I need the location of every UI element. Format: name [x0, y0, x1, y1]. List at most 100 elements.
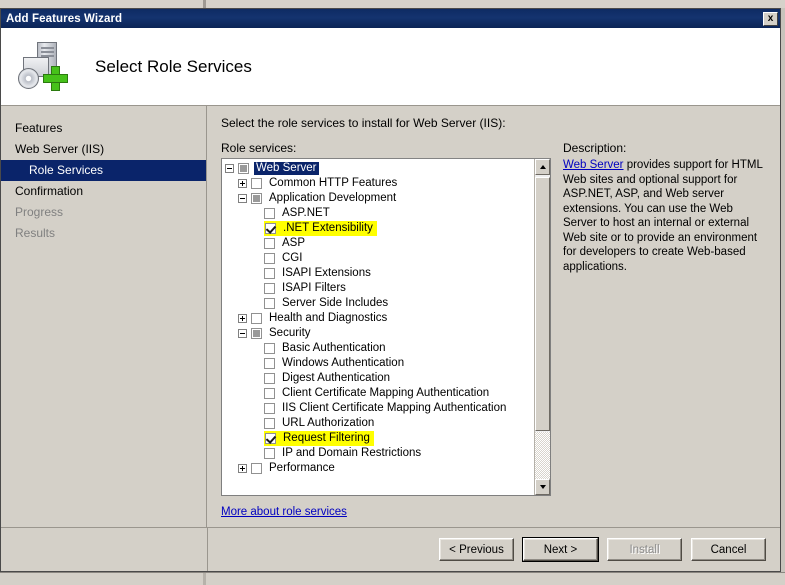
tree-item-web-server[interactable]: Web Server	[225, 161, 535, 176]
more-about-role-services-link[interactable]: More about role services	[221, 506, 347, 518]
next-button[interactable]: Next >	[522, 537, 599, 562]
checkbox-common-http-features[interactable]	[251, 178, 262, 189]
wizard-steps-sidebar: Features Web Server (IIS) Role Services …	[1, 106, 207, 528]
tree-item-net-extensibility[interactable]: .NET Extensibility	[225, 221, 535, 236]
scrollbar-track[interactable]	[535, 432, 550, 479]
tree-item-label: IIS Client Certificate Mapping Authentic…	[282, 402, 507, 414]
checkbox-web-server[interactable]	[238, 163, 249, 174]
add-features-wizard-window: Add Features Wizard x Select Role Servic…	[0, 8, 781, 572]
description-text: Web Server provides support for HTML Web…	[563, 158, 768, 274]
tree-item-request-filtering[interactable]: Request Filtering	[225, 431, 535, 446]
collapse-icon[interactable]	[225, 164, 234, 173]
sidebar-item-role-services[interactable]: Role Services	[1, 160, 206, 181]
expand-icon[interactable]	[238, 314, 247, 323]
tree-item-application-development[interactable]: Application Development	[225, 191, 535, 206]
tree-item-digest-authentication[interactable]: Digest Authentication	[225, 371, 535, 386]
tree-item-security[interactable]: Security	[225, 326, 535, 341]
checkbox-iis-client-certificate-mapping-authentication[interactable]	[264, 403, 275, 414]
tree-item-performance[interactable]: Performance	[225, 461, 535, 476]
tree-item-url-authorization[interactable]: URL Authorization	[225, 416, 535, 431]
checkbox-net-extensibility[interactable]	[265, 223, 276, 234]
tree-item-label: Security	[269, 327, 311, 339]
desktop-backdrop-top	[0, 0, 785, 8]
web-server-link[interactable]: Web Server	[563, 159, 624, 171]
checkbox-digest-authentication[interactable]	[264, 373, 275, 384]
tree-item-label: Client Certificate Mapping Authenticatio…	[282, 387, 490, 399]
scroll-down-icon[interactable]	[535, 479, 550, 495]
sidebar-item-results: Results	[15, 226, 56, 240]
highlight-marker: .NET Extensibility	[264, 221, 377, 236]
close-icon[interactable]: x	[763, 11, 778, 26]
tree-item-label: IP and Domain Restrictions	[282, 447, 422, 459]
tree-item-label: Web Server	[254, 162, 319, 175]
checkbox-isapi-filters[interactable]	[264, 283, 275, 294]
tree-item-label: Digest Authentication	[282, 372, 391, 384]
tree-item-cgi[interactable]: CGI	[225, 251, 535, 266]
tree-item-label: Windows Authentication	[282, 357, 405, 369]
tree-item-asp-net[interactable]: ASP.NET	[225, 206, 535, 221]
window-titlebar: Add Features Wizard x	[1, 9, 780, 28]
checkbox-basic-authentication[interactable]	[264, 343, 275, 354]
tree-scrollbar[interactable]	[534, 159, 550, 495]
sidebar-item-web-server-iis[interactable]: Web Server (IIS)	[1, 139, 206, 160]
checkbox-windows-authentication[interactable]	[264, 358, 275, 369]
tree-item-label: Common HTTP Features	[269, 177, 398, 189]
tree-item-label: ISAPI Filters	[282, 282, 346, 294]
checkbox-url-authorization[interactable]	[264, 418, 275, 429]
description-label: Description:	[563, 141, 627, 155]
scroll-up-icon[interactable]	[535, 159, 550, 175]
collapse-icon[interactable]	[238, 329, 247, 338]
sidebar-item-progress: Progress	[15, 205, 64, 219]
tree-item-label: Performance	[269, 462, 335, 474]
tree-item-health-and-diagnostics[interactable]: Health and Diagnostics	[225, 311, 535, 326]
tree-item-label: Server Side Includes	[282, 297, 389, 309]
tree-item-asp[interactable]: ASP	[225, 236, 535, 251]
checkbox-asp-net[interactable]	[264, 208, 275, 219]
checkbox-security[interactable]	[251, 328, 262, 339]
checkbox-server-side-includes[interactable]	[264, 298, 275, 309]
checkbox-client-certificate-mapping-authentication[interactable]	[264, 388, 275, 399]
sidebar-item-features[interactable]: Features	[1, 118, 206, 139]
checkbox-health-and-diagnostics[interactable]	[251, 313, 262, 324]
page-title: Select Role Services	[95, 56, 252, 76]
scrollbar-thumb[interactable]	[535, 177, 550, 431]
server-disc-shape	[18, 67, 39, 89]
description-body: provides support for HTML Web sites and …	[563, 159, 763, 273]
desktop-backdrop-bottom-tick	[203, 573, 206, 585]
tree-item-isapi-extensions[interactable]: ISAPI Extensions	[225, 266, 535, 281]
tree-item-label: ASP.NET	[282, 207, 330, 219]
tree-item-iis-client-certificate-mapping-authentication[interactable]: IIS Client Certificate Mapping Authentic…	[225, 401, 535, 416]
cancel-button[interactable]: Cancel	[691, 538, 766, 561]
checkbox-cgi[interactable]	[264, 253, 275, 264]
desktop-backdrop-bottom	[0, 572, 785, 585]
tree-item-label: Request Filtering	[283, 432, 370, 444]
checkbox-asp[interactable]	[264, 238, 275, 249]
checkbox-application-development[interactable]	[251, 193, 262, 204]
collapse-icon[interactable]	[238, 194, 247, 203]
tree-item-windows-authentication[interactable]: Windows Authentication	[225, 356, 535, 371]
previous-button[interactable]: < Previous	[439, 538, 514, 561]
checkbox-ip-and-domain-restrictions[interactable]	[264, 448, 275, 459]
role-services-label: Role services:	[221, 141, 297, 155]
screen: Add Features Wizard x Select Role Servic…	[0, 0, 785, 585]
green-plus-icon-bar	[43, 73, 68, 83]
install-button: Install	[607, 538, 682, 561]
tree-item-label: ASP	[282, 237, 306, 249]
tree-item-basic-authentication[interactable]: Basic Authentication	[225, 341, 535, 356]
checkbox-performance[interactable]	[251, 463, 262, 474]
sidebar-item-confirmation[interactable]: Confirmation	[1, 181, 206, 202]
tree-item-client-certificate-mapping-authentication[interactable]: Client Certificate Mapping Authenticatio…	[225, 386, 535, 401]
wizard-footer: < Previous Next > Install Cancel	[1, 527, 780, 571]
checkbox-request-filtering[interactable]	[265, 433, 276, 444]
tree-item-server-side-includes[interactable]: Server Side Includes	[225, 296, 535, 311]
tree-item-common-http-features[interactable]: Common HTTP Features	[225, 176, 535, 191]
role-services-tree[interactable]: Web Server Common HTTP Features Applicatio…	[221, 158, 551, 496]
tree-item-label: URL Authorization	[282, 417, 375, 429]
checkbox-isapi-extensions[interactable]	[264, 268, 275, 279]
expand-icon[interactable]	[238, 464, 247, 473]
wizard-content: Select the role services to install for …	[207, 106, 780, 528]
tree-item-isapi-filters[interactable]: ISAPI Filters	[225, 281, 535, 296]
expand-icon[interactable]	[238, 179, 247, 188]
tree-item-label: .NET Extensibility	[283, 222, 373, 234]
tree-item-ip-and-domain-restrictions[interactable]: IP and Domain Restrictions	[225, 446, 535, 461]
